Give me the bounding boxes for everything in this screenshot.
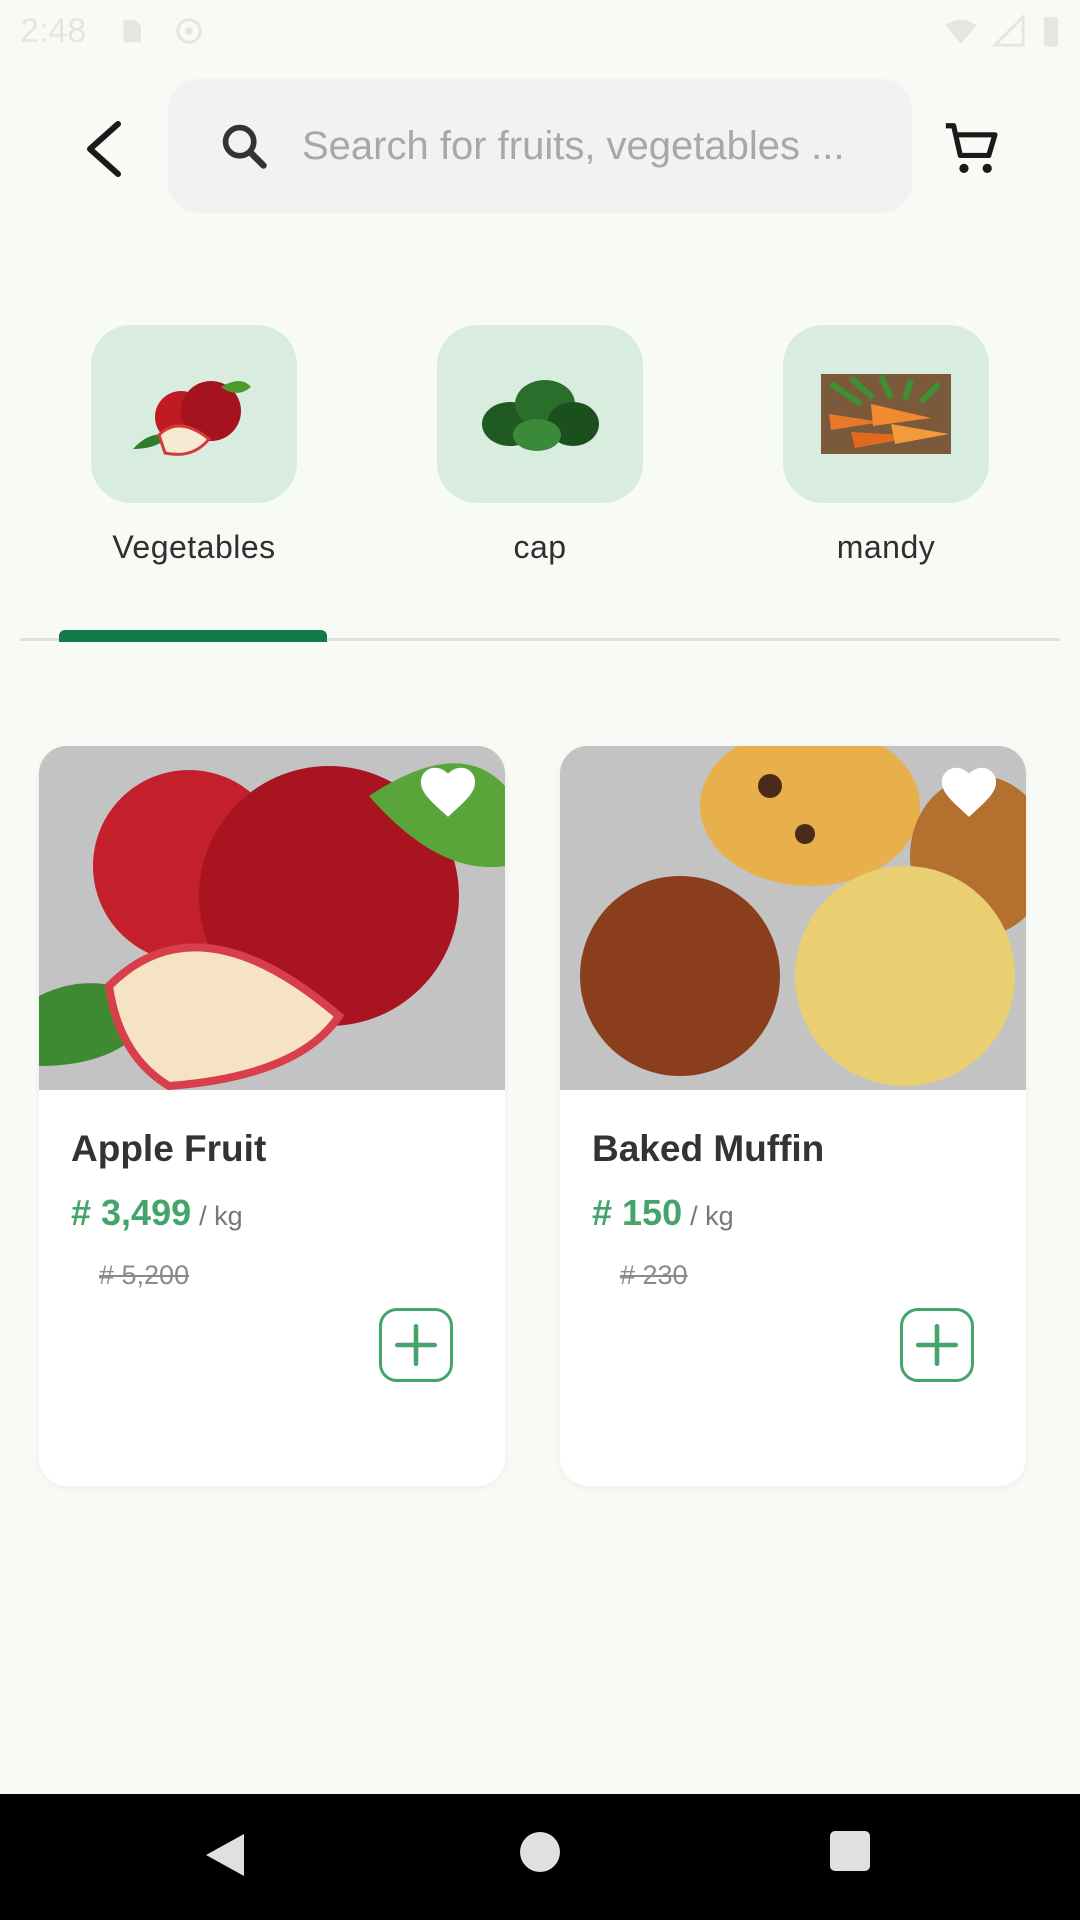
cart-icon[interactable] xyxy=(942,118,1004,180)
wifi-icon xyxy=(945,20,977,44)
sync-icon xyxy=(176,18,202,44)
category-label: cap xyxy=(513,529,567,565)
product-name: Apple Fruit xyxy=(71,1128,267,1169)
search-input[interactable] xyxy=(302,123,882,169)
product-old-price: # 230 xyxy=(620,1260,688,1290)
favorite-heart-icon[interactable] xyxy=(938,762,1000,820)
product-price: # 3,499 xyxy=(71,1192,192,1233)
nav-home-icon[interactable] xyxy=(520,1832,560,1872)
price-row: # 3,499 / kg xyxy=(71,1192,243,1234)
nav-recents-icon[interactable] xyxy=(830,1831,870,1871)
nav-back-icon[interactable] xyxy=(204,1832,246,1878)
category-tile[interactable] xyxy=(437,325,643,503)
carrots-image xyxy=(821,374,951,454)
price-row: # 150 / kg xyxy=(592,1192,734,1234)
sim-card-icon xyxy=(123,19,142,43)
category-tile[interactable] xyxy=(783,325,989,503)
category-label: Vegetables xyxy=(112,529,276,565)
product-unit: / kg xyxy=(199,1201,243,1231)
screen: 2:48 Search for fruits, vegetables ... V… xyxy=(0,0,1080,1920)
category-vegetables[interactable]: Vegetables xyxy=(91,325,297,566)
plus-icon xyxy=(915,1323,959,1367)
plus-icon xyxy=(394,1323,438,1367)
product-image[interactable] xyxy=(39,746,505,1090)
tab-indicator xyxy=(59,630,327,642)
product-card-baked-muffin[interactable]: Baked Muffin # 150 / kg # 230 xyxy=(560,746,1026,1486)
add-to-cart-button[interactable] xyxy=(379,1308,453,1382)
product-card-apple-fruit[interactable]: Apple Fruit # 3,499 / kg # 5,200 xyxy=(39,746,505,1486)
category-tile[interactable] xyxy=(91,325,297,503)
status-right xyxy=(944,14,1062,48)
status-bar: 2:48 xyxy=(0,0,1080,62)
product-image[interactable] xyxy=(560,746,1026,1090)
battery-icon xyxy=(1043,16,1059,47)
category-mandy[interactable]: mandy xyxy=(783,325,989,566)
category-label: mandy xyxy=(836,529,936,565)
search-bar[interactable] xyxy=(168,79,912,213)
signal-icon xyxy=(992,14,1025,47)
product-price: # 150 xyxy=(592,1192,683,1233)
add-to-cart-button[interactable] xyxy=(900,1308,974,1382)
apple-image xyxy=(133,381,251,456)
search-icon xyxy=(222,124,267,169)
back-arrow-icon[interactable] xyxy=(80,118,128,180)
product-old-price: # 5,200 xyxy=(99,1260,190,1290)
category-cap[interactable]: cap xyxy=(437,325,643,566)
system-nav-bar xyxy=(0,1794,1080,1920)
spinach-image xyxy=(482,380,599,451)
product-name: Baked Muffin xyxy=(592,1128,825,1169)
product-unit: / kg xyxy=(690,1201,734,1231)
status-time: 2:48 xyxy=(20,11,87,50)
favorite-heart-icon[interactable] xyxy=(417,762,479,820)
